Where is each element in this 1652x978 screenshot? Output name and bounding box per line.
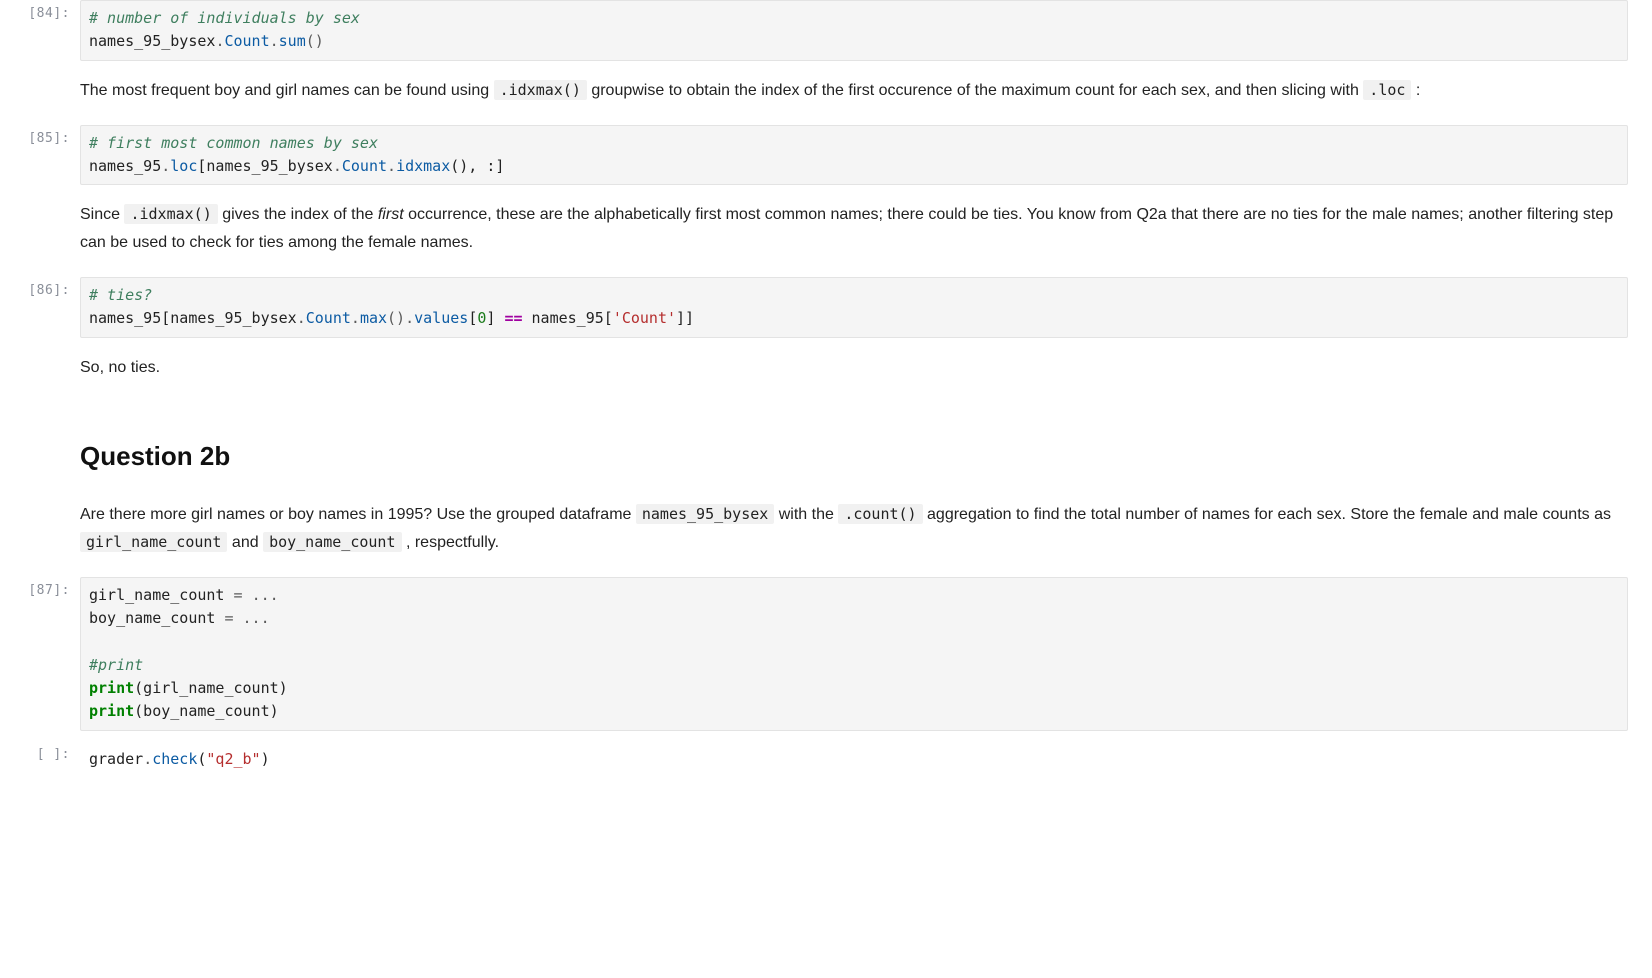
code-input-area[interactable]: grader.check("q2_b") [80, 741, 1628, 778]
code-token: names_95[names_95_bysex [89, 309, 297, 327]
markdown-content: So, no ties. [80, 338, 1628, 402]
code-token: girl_name_count [89, 586, 234, 604]
code-input-area[interactable]: # ties? names_95[names_95_bysex.Count.ma… [80, 277, 1628, 338]
code-token [234, 609, 243, 627]
code-token: idxmax [396, 157, 450, 175]
code-token: max [360, 309, 387, 327]
notebook: [84]: # number of individuals by sex nam… [0, 0, 1652, 778]
code-cell: [87]: girl_name_count = ... boy_name_cou… [0, 577, 1652, 731]
code-cell: [84]: # number of individuals by sex nam… [0, 0, 1652, 61]
code-token: = [234, 586, 243, 604]
code-token: [names_95_bysex [197, 157, 332, 175]
code-comment: # ties? [89, 286, 152, 304]
code-token: Count [306, 309, 351, 327]
code-token: () [306, 32, 324, 50]
code-token: print [89, 702, 134, 720]
code-token: grader [89, 750, 143, 768]
inline-code: .idxmax() [494, 80, 587, 100]
markdown-content: Since .idxmax() gives the index of the f… [80, 185, 1628, 277]
inline-code: names_95_bysex [636, 504, 774, 524]
code-comment: # number of individuals by sex [89, 9, 360, 27]
code-token: ... [243, 609, 270, 627]
input-prompt: [87]: [0, 577, 80, 598]
code-token: ... [252, 586, 279, 604]
markdown-cell: The most frequent boy and girl names can… [0, 61, 1652, 125]
markdown-cell: Since .idxmax() gives the index of the f… [0, 185, 1652, 277]
code-input-area[interactable]: girl_name_count = ... boy_name_count = .… [80, 577, 1628, 731]
code-input-area[interactable]: # number of individuals by sex names_95_… [80, 0, 1628, 61]
code-token: . [297, 309, 306, 327]
code-token: (girl_name_count) [134, 679, 288, 697]
md-text: gives the index of the [218, 206, 378, 223]
code-token: . [333, 157, 342, 175]
input-prompt [0, 185, 80, 191]
input-prompt: [85]: [0, 125, 80, 146]
code-comment: #print [89, 656, 143, 674]
md-text: aggregation to find the total number of … [923, 506, 1611, 523]
code-token: 'Count' [613, 309, 676, 327]
section-heading: Question 2b [80, 434, 1628, 480]
input-prompt [0, 338, 80, 344]
code-comment: # first most common names by sex [89, 134, 378, 152]
code-input-area[interactable]: # first most common names by sex names_9… [80, 125, 1628, 186]
code-token: values [414, 309, 468, 327]
code-token: "q2_b" [206, 750, 260, 768]
md-text: The most frequent boy and girl names can… [80, 82, 494, 99]
md-text: groupwise to obtain the index of the fir… [587, 82, 1363, 99]
code-cell: [ ]: grader.check("q2_b") [0, 741, 1652, 778]
md-text: : [1411, 82, 1420, 99]
inline-code: .count() [838, 504, 922, 524]
code-token: ) [261, 750, 270, 768]
md-text: Since [80, 206, 124, 223]
code-token: . [143, 750, 152, 768]
code-token: = [224, 609, 233, 627]
code-token: Count [342, 157, 387, 175]
md-text: So, no ties. [80, 359, 160, 376]
inline-code: .loc [1363, 80, 1411, 100]
code-cell: [85]: # first most common names by sex n… [0, 125, 1652, 186]
code-token: . [387, 157, 396, 175]
code-token: . [161, 157, 170, 175]
code-token: names_95 [89, 157, 161, 175]
input-prompt: [84]: [0, 0, 80, 21]
input-prompt [0, 402, 80, 408]
code-token: . [351, 309, 360, 327]
md-text: Are there more girl names or boy names i… [80, 506, 636, 523]
code-token: . [405, 309, 414, 327]
code-token: names_95[ [523, 309, 613, 327]
markdown-content: The most frequent boy and girl names can… [80, 61, 1628, 125]
code-cell: [86]: # ties? names_95[names_95_bysex.Co… [0, 277, 1652, 338]
code-token: print [89, 679, 134, 697]
input-prompt: [ ]: [0, 741, 80, 762]
input-prompt: [86]: [0, 277, 80, 298]
md-emphasis: first [378, 206, 404, 223]
code-token: . [270, 32, 279, 50]
code-token: Count [224, 32, 269, 50]
inline-code: boy_name_count [263, 532, 401, 552]
code-token: () [387, 309, 405, 327]
md-text: with the [774, 506, 838, 523]
code-token: (), :] [450, 157, 504, 175]
code-token: [ [468, 309, 477, 327]
code-token: (boy_name_count) [134, 702, 279, 720]
code-token: sum [279, 32, 306, 50]
code-token: boy_name_count [89, 609, 224, 627]
code-token: check [152, 750, 197, 768]
input-prompt [0, 61, 80, 67]
code-token: names_95_bysex [89, 32, 215, 50]
code-token [243, 586, 252, 604]
inline-code: .idxmax() [124, 204, 217, 224]
code-token: loc [170, 157, 197, 175]
markdown-cell: So, no ties. [0, 338, 1652, 402]
inline-code: girl_name_count [80, 532, 227, 552]
markdown-content: Question 2b Are there more girl names or… [80, 402, 1628, 578]
markdown-cell: Question 2b Are there more girl names or… [0, 402, 1652, 578]
md-text: , respectfully. [402, 534, 500, 551]
code-token: == [504, 309, 522, 327]
code-token: ]] [676, 309, 694, 327]
md-text: and [227, 534, 263, 551]
code-token: ] [486, 309, 504, 327]
